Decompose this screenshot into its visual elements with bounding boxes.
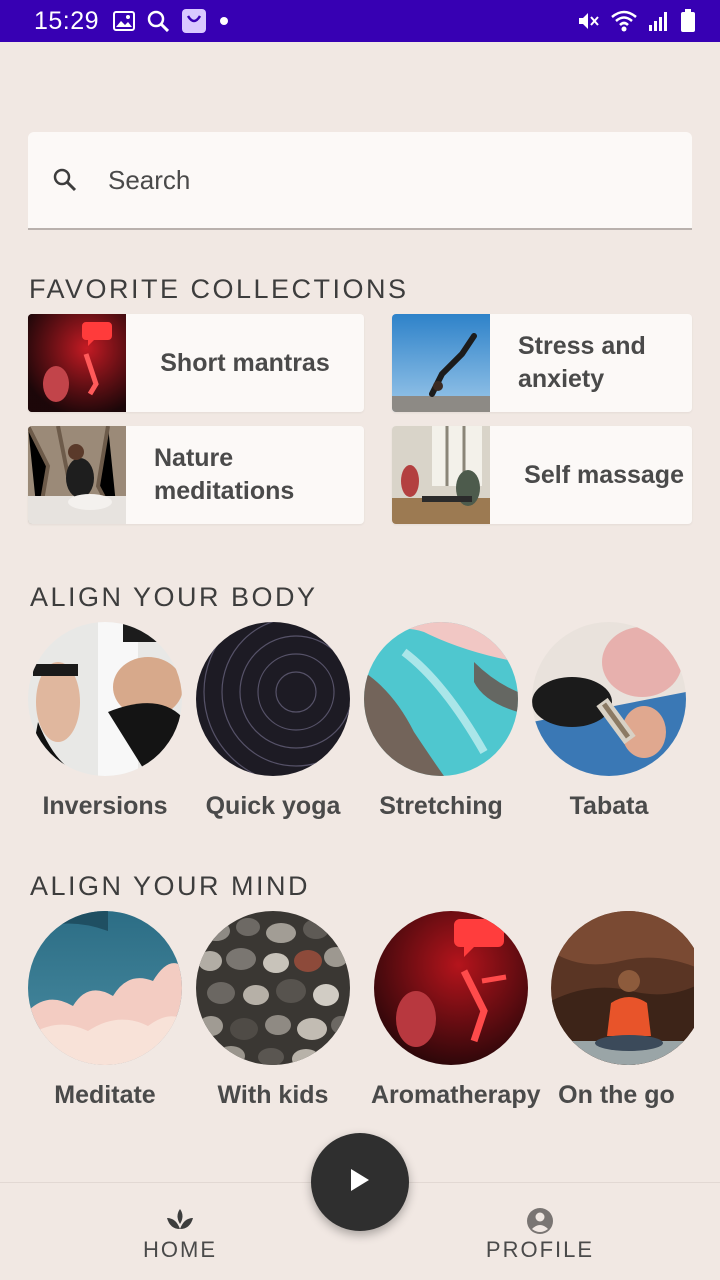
shop-icon (181, 8, 207, 34)
collection-thumbnail (392, 426, 490, 524)
aromatherapy-image (374, 911, 528, 1065)
nav-home[interactable]: HOME (80, 1207, 280, 1263)
with-kids-image (196, 911, 350, 1065)
mind-item-meditate[interactable]: Meditate (25, 911, 185, 1110)
play-button[interactable] (311, 1133, 409, 1231)
with-kids-label: With kids (217, 1081, 329, 1109)
align-mind-title: ALIGN YOUR MIND (30, 871, 311, 901)
mute-icon (576, 9, 600, 33)
collection-label: Self massage (524, 460, 684, 489)
wifi-icon (610, 9, 638, 33)
quick-yoga-image (196, 622, 350, 776)
body-item-stretching[interactable]: Stretching (361, 622, 521, 821)
spa-icon (80, 1207, 280, 1235)
inversions-image (28, 622, 182, 776)
favorite-collections-title: FAVORITE COLLECTIONS (29, 274, 409, 304)
status-time: 15:29 (34, 6, 100, 35)
image-icon (113, 11, 136, 31)
signal-icon (648, 10, 670, 32)
search-bar[interactable] (28, 132, 692, 230)
mind-item-aromatherapy[interactable]: Aromatherapy (371, 911, 541, 1110)
collection-thumbnail (28, 314, 126, 412)
search-icon (52, 167, 78, 193)
account-circle-icon (440, 1207, 640, 1235)
collection-card-self-massage[interactable]: Self massage (392, 426, 692, 524)
search-icon (147, 10, 170, 32)
status-bar: 15:29 (0, 0, 720, 42)
mind-item-with-kids[interactable]: With kids (193, 911, 353, 1110)
body-item-inversions[interactable]: Inversions (25, 622, 185, 821)
collection-thumbnail (392, 314, 490, 412)
battery-icon (680, 9, 696, 33)
body-item-tabata[interactable]: Tabata (529, 622, 689, 821)
search-input[interactable] (108, 164, 628, 196)
inversions-label: Inversions (42, 792, 168, 820)
on-the-go-label: On the go (558, 1081, 675, 1109)
dot-icon (219, 16, 229, 26)
meditate-image (28, 911, 182, 1065)
aromatherapy-label: Aromatherapy (371, 1081, 541, 1109)
tabata-image (532, 622, 686, 776)
play-icon (348, 1167, 372, 1198)
align-body-title: ALIGN YOUR BODY (30, 582, 318, 612)
on-the-go-image (551, 911, 694, 1065)
collection-card-nature-meditations[interactable]: Nature meditations (28, 426, 364, 524)
stretching-image (364, 622, 518, 776)
collection-label: Stress and anxiety (518, 332, 646, 393)
nav-profile[interactable]: PROFILE (440, 1207, 640, 1263)
quick-yoga-label: Quick yoga (205, 792, 341, 820)
collection-card-short-mantras[interactable]: Short mantras (28, 314, 364, 412)
body-item-quick-yoga[interactable]: Quick yoga (193, 622, 353, 821)
tabata-label: Tabata (569, 792, 649, 820)
mind-item-on-the-go[interactable]: On the go (549, 911, 694, 1110)
collection-label: Nature meditations (154, 444, 295, 505)
collection-thumbnail (28, 426, 126, 524)
collection-card-stress-anxiety[interactable]: Stress and anxiety (392, 314, 692, 412)
nav-home-label: HOME (143, 1237, 217, 1262)
nav-profile-label: PROFILE (485, 1237, 595, 1262)
stretching-label: Stretching (379, 792, 503, 820)
collection-label: Short mantras (160, 348, 330, 377)
meditate-label: Meditate (54, 1081, 156, 1109)
